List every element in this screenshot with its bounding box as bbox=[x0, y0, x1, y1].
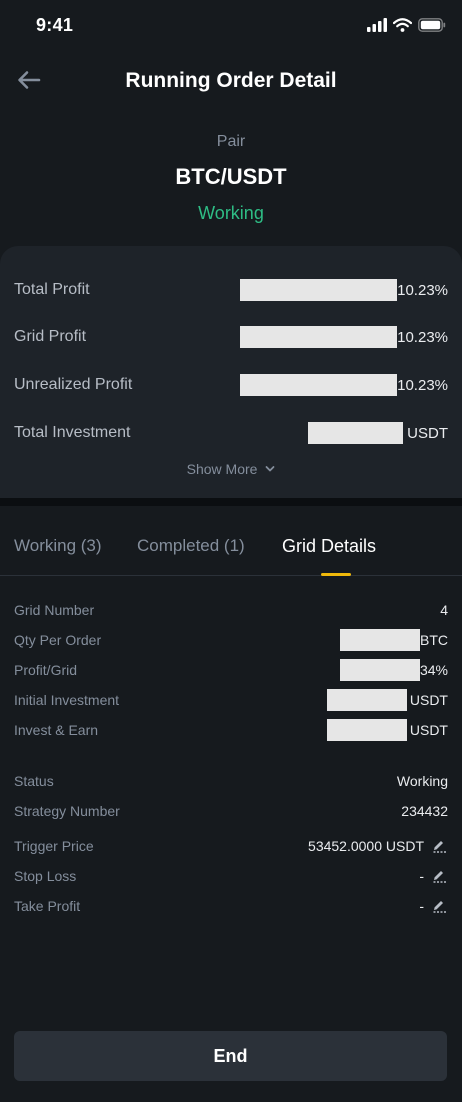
detail-value-group: - bbox=[419, 898, 448, 914]
pair-status-badge: Working bbox=[198, 203, 264, 223]
redacted-value bbox=[240, 279, 398, 301]
edit-pencil-icon[interactable] bbox=[432, 899, 448, 913]
detail-row-trigger-price: Trigger Price 53452.0000 USDT bbox=[14, 834, 448, 858]
summary-value-group: USDT bbox=[308, 422, 448, 444]
status-time: 9:41 bbox=[36, 14, 74, 35]
tab-grid-details[interactable]: Grid Details bbox=[282, 536, 376, 557]
pair-summary: Pair BTC/USDT Working bbox=[0, 128, 462, 228]
detail-value: 53452.0000 USDT bbox=[308, 838, 424, 854]
detail-value: BTC bbox=[420, 632, 448, 648]
show-more-button[interactable]: Show More bbox=[0, 460, 462, 477]
detail-value: Working bbox=[396, 773, 448, 789]
detail-row-invest-earn: Invest & Earn USDT bbox=[14, 718, 448, 742]
detail-label: Trigger Price bbox=[14, 838, 94, 854]
detail-row-status: Status Working bbox=[14, 769, 448, 793]
pair-label: Pair bbox=[216, 133, 246, 150]
status-bar: 9:41 bbox=[0, 0, 462, 50]
redacted-value bbox=[240, 374, 398, 396]
page-title: Running Order Detail bbox=[125, 69, 337, 92]
summary-row-total-investment: Total Investment USDT bbox=[14, 418, 448, 448]
summary-label: Total Profit bbox=[14, 281, 90, 298]
detail-label: Profit/Grid bbox=[14, 662, 78, 678]
summary-label: Grid Profit bbox=[14, 328, 87, 345]
summary-value: 10.23% bbox=[397, 328, 448, 346]
summary-label: Unrealized Profit bbox=[14, 376, 133, 393]
summary-value: 10.23% bbox=[397, 281, 448, 299]
redacted-value bbox=[326, 719, 407, 741]
redacted-value bbox=[339, 659, 420, 681]
end-button[interactable]: End bbox=[14, 1031, 447, 1081]
detail-value: USDT bbox=[409, 692, 448, 708]
detail-label: Grid Number bbox=[14, 602, 95, 618]
summary-value: 10.23% bbox=[397, 376, 448, 394]
detail-value-group: USDT bbox=[326, 689, 448, 711]
section-divider bbox=[0, 498, 462, 506]
detail-row-take-profit: Take Profit - bbox=[14, 894, 448, 918]
detail-value-group: 34% bbox=[339, 659, 448, 681]
detail-value: - bbox=[419, 898, 424, 914]
summary-row-total-profit: Total Profit 10.23% bbox=[14, 275, 448, 305]
profit-summary-card: Total Profit 10.23% Grid Profit 10.23% U… bbox=[0, 246, 462, 498]
redacted-value bbox=[308, 422, 404, 444]
summary-label: Total Investment bbox=[14, 424, 131, 441]
detail-label: Strategy Number bbox=[14, 803, 120, 819]
wifi-icon bbox=[393, 18, 412, 32]
detail-value: - bbox=[419, 868, 424, 884]
detail-label: Status bbox=[14, 773, 54, 789]
pair-value: BTC/USDT bbox=[175, 164, 287, 189]
summary-row-unrealized-profit: Unrealized Profit 10.23% bbox=[14, 370, 448, 400]
detail-row-stop-loss: Stop Loss - bbox=[14, 864, 448, 888]
detail-value-group: BTC bbox=[340, 629, 448, 651]
tab-completed[interactable]: Completed (1) bbox=[137, 536, 245, 556]
redacted-value bbox=[326, 689, 407, 711]
redacted-value bbox=[340, 629, 420, 651]
summary-row-grid-profit: Grid Profit 10.23% bbox=[14, 322, 448, 352]
chevron-down-icon bbox=[265, 466, 275, 472]
detail-value: USDT bbox=[409, 722, 448, 738]
battery-icon bbox=[418, 18, 446, 32]
status-icons bbox=[367, 18, 446, 32]
detail-row-grid-number: Grid Number 4 bbox=[14, 598, 448, 622]
detail-label: Invest & Earn bbox=[14, 722, 99, 738]
detail-label: Qty Per Order bbox=[14, 632, 102, 648]
detail-label: Take Profit bbox=[14, 898, 81, 914]
summary-value-group: 10.23% bbox=[240, 326, 448, 348]
detail-row-qty-per-order: Qty Per Order BTC bbox=[14, 628, 448, 652]
detail-label: Stop Loss bbox=[14, 868, 77, 884]
summary-value: USDT bbox=[407, 424, 448, 442]
summary-value-group: 10.23% bbox=[240, 374, 448, 396]
order-tabs: Working (3) Completed (1) Grid Details bbox=[0, 506, 462, 576]
tab-working[interactable]: Working (3) bbox=[14, 536, 102, 556]
detail-value: 234432 bbox=[401, 803, 448, 819]
detail-row-strategy-number: Strategy Number 234432 bbox=[14, 799, 448, 823]
redacted-value bbox=[240, 326, 398, 348]
active-tab-indicator bbox=[321, 573, 351, 576]
edit-pencil-icon[interactable] bbox=[432, 869, 448, 883]
detail-value-group: - bbox=[419, 868, 448, 884]
detail-value-group: 53452.0000 USDT bbox=[308, 838, 448, 854]
cellular-signal-icon bbox=[367, 18, 387, 32]
header: Running Order Detail bbox=[0, 56, 462, 106]
detail-value-group: USDT bbox=[326, 719, 448, 741]
detail-row-profit-grid: Profit/Grid 34% bbox=[14, 658, 448, 682]
summary-value-group: 10.23% bbox=[240, 279, 448, 301]
edit-pencil-icon[interactable] bbox=[432, 839, 448, 853]
detail-label: Initial Investment bbox=[14, 692, 120, 708]
back-arrow-icon[interactable] bbox=[14, 65, 44, 95]
detail-value: 34% bbox=[419, 662, 448, 678]
show-more-label: Show More bbox=[186, 461, 258, 478]
detail-row-initial-investment: Initial Investment USDT bbox=[14, 688, 448, 712]
detail-value: 4 bbox=[440, 602, 448, 618]
